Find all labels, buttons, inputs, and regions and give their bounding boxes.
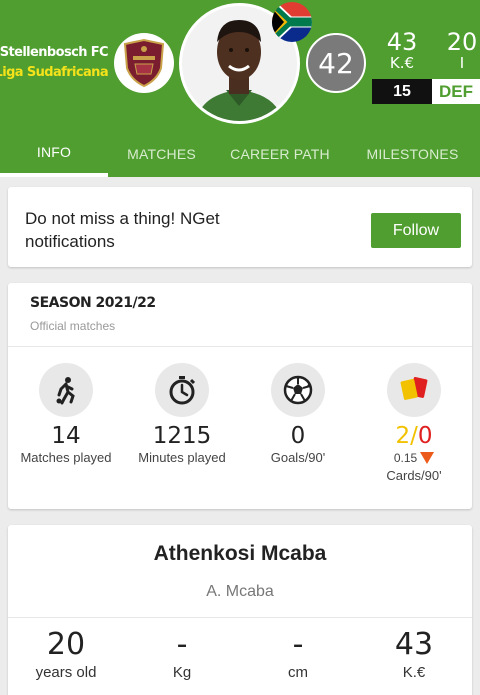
bio-market-value: 43 K.€ [356,627,472,681]
cards-icon [387,363,441,417]
stat-label: Goals/90' [270,450,326,465]
player-age-unit: I [459,54,465,72]
tab-matches[interactable]: MATCHES [108,130,215,177]
tab-career-path[interactable]: CAREER PATH [215,130,345,177]
club-crest[interactable] [114,33,174,93]
player-age: 20 I [440,29,480,72]
cards-ratio-value: 0.15 [393,451,418,465]
follow-prompt: Do not miss a thing! NGet notifications [25,209,220,251]
stat-minutes-played: 1215 Minutes played [124,363,240,465]
divider [8,346,472,347]
soccer-ball-icon [271,363,325,417]
stat-goals-per-90: 0 Goals/90' [240,363,356,465]
stat-value: 14 [51,423,81,449]
bio-stat-label: years old [35,664,97,681]
bio-stat-label: Kg [172,664,192,681]
market-value-number: 43 [386,28,418,56]
stat-matches-played: 14 Matches played [8,363,124,465]
player-bio-card: Athenkosi Mcaba A. Mcaba 20 years old - … [8,525,472,695]
market-value-unit: K.€ [389,54,415,72]
club-crest-icon [123,38,165,88]
bio-height: - cm [240,627,356,681]
follow-button[interactable]: Follow [371,213,461,248]
cards-separator: / [410,423,418,449]
cards-value: 2/0 [356,423,472,449]
tab-milestones[interactable]: MILESTONES [345,130,480,177]
bio-age: 20 years old [8,627,124,681]
south-africa-flag-icon [272,2,312,42]
season-stats-card: SEASON 2021/22 Official matches 14 Match… [8,283,472,509]
shirt-number: 15 [372,79,432,104]
tab-info[interactable]: INFO [0,130,108,177]
tab-bar: INFO MATCHES CAREER PATH MILESTONES [0,130,480,177]
divider [8,617,472,618]
stat-value: 0 [290,423,306,449]
stat-label: Matches played [20,450,112,465]
bio-stat-value: - [292,627,304,662]
stat-label: Minutes played [138,450,226,465]
stopwatch-icon [155,363,209,417]
player-position: DEF [432,79,480,104]
stat-label: Cards/90' [386,468,442,483]
player-short-name: A. Mcaba [206,583,274,600]
player-full-name: Athenkosi Mcaba [153,542,327,565]
bio-weight: - Kg [124,627,240,681]
bio-stat-value: 43 [394,627,434,662]
trend-down-icon [420,452,435,464]
nationality-flag [272,2,312,42]
stat-value: 1215 [152,423,212,449]
market-value: 43 K.€ [378,29,426,72]
yellow-cards: 2 [395,423,411,449]
bio-stat-label: K.€ [402,664,426,681]
bio-stat-value: - [176,627,188,662]
bio-stat-label: cm [288,664,308,681]
player-age-number: 20 [446,28,478,56]
player-running-icon [39,363,93,417]
red-cards: 0 [417,423,433,449]
player-header: Stellenbosch FC Liga Sudafricana 42 43 K… [0,0,480,177]
season-title: SEASON 2021/22 [30,295,156,311]
cards-ratio: 0.15 [356,451,472,465]
league-name[interactable]: Liga Sudafricana [0,65,109,80]
club-name[interactable]: Stellenbosch FC [0,45,109,60]
bio-stat-value: 20 [46,627,86,662]
follow-card: Do not miss a thing! NGet notifications … [8,187,472,267]
season-subtitle: Official matches [30,319,116,333]
player-rating-badge: 42 [306,33,366,93]
stat-cards-per-90: 2/0 0.15 Cards/90' [356,363,472,483]
